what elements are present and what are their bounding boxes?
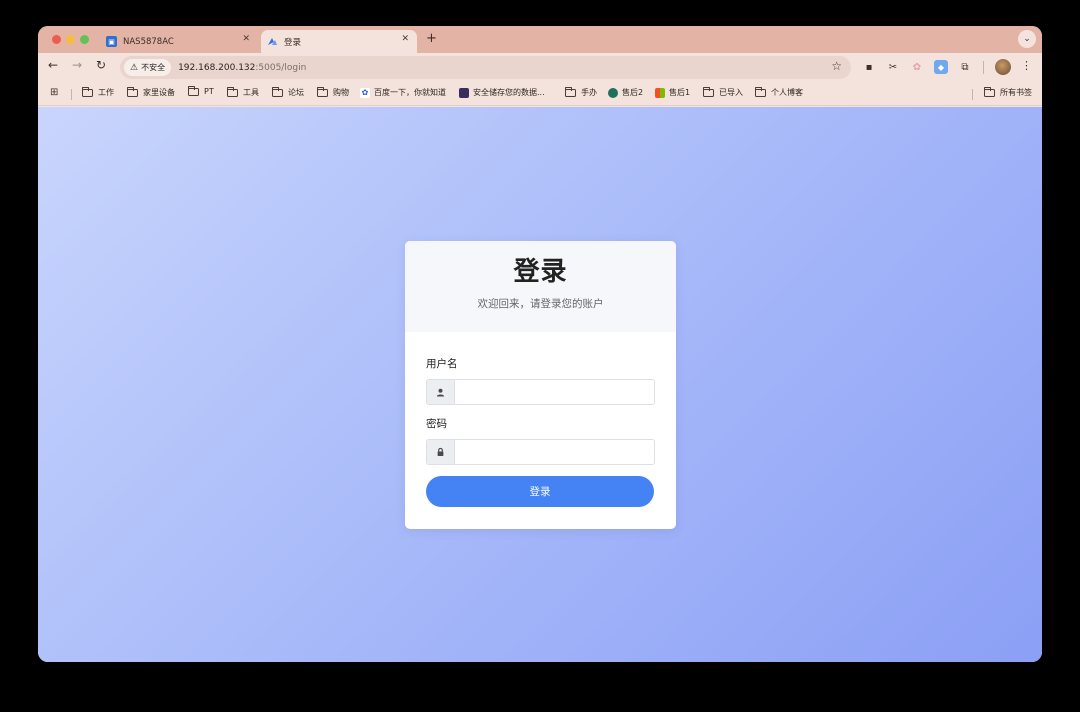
page-content: 登录 欢迎回来，请登录您的账户 用户名 密码 登录 xyxy=(38,107,1042,662)
tab-login[interactable]: 登录 ✕ xyxy=(261,30,417,53)
bookmark-folder[interactable]: 个人博客 xyxy=(755,86,803,98)
bookmark-label: 手办 xyxy=(581,88,597,97)
bookmark-folder[interactable]: 已导入 xyxy=(703,86,743,98)
bookmark-label: 安全储存您的数据... xyxy=(473,88,545,97)
bookmark-folder[interactable]: 购物 xyxy=(317,86,349,98)
close-window-button[interactable] xyxy=(52,35,61,44)
lock-icon xyxy=(427,440,455,464)
login-button[interactable]: 登录 xyxy=(426,476,654,507)
tab-nas[interactable]: ▣ NAS5878AC ✕ xyxy=(98,30,258,53)
back-button[interactable]: ← xyxy=(44,58,62,72)
browser-window: ▣ NAS5878AC ✕ 登录 ✕ + ⌄ ← → ↻ ⚠ 不安全 192.1… xyxy=(38,26,1042,662)
bookmark-label: 已导入 xyxy=(719,88,743,97)
bookmark-site[interactable]: 售后2 xyxy=(608,87,643,98)
username-input[interactable] xyxy=(455,380,654,404)
folder-icon xyxy=(188,85,199,96)
bookmark-label: 售后2 xyxy=(622,88,644,97)
bookmark-label: 家里设备 xyxy=(143,88,175,97)
divider xyxy=(972,89,973,100)
folder-icon xyxy=(82,86,93,97)
avatar[interactable] xyxy=(995,59,1011,75)
bookmark-label: PT xyxy=(204,87,214,96)
forward-button[interactable]: → xyxy=(68,58,86,72)
security-chip[interactable]: ⚠ 不安全 xyxy=(124,59,172,76)
password-group xyxy=(426,439,655,465)
extension-icon[interactable]: ✂ xyxy=(886,60,900,74)
bookmark-label: 所有书签 xyxy=(1000,88,1032,97)
folder-icon xyxy=(984,86,995,97)
baidu-icon: ✿ xyxy=(360,87,370,98)
login-card-header: 登录 欢迎回来，请登录您的账户 xyxy=(405,241,676,332)
folder-icon xyxy=(565,86,576,97)
password-input[interactable] xyxy=(455,440,654,464)
warning-icon: ⚠ xyxy=(130,62,139,73)
puzzle-icon[interactable]: ⧉ xyxy=(958,60,972,74)
url-text[interactable]: 192.168.200.132:5005/login xyxy=(178,63,306,73)
extension-icon[interactable]: ▪ xyxy=(862,60,876,74)
bookmark-folder[interactable]: 论坛 xyxy=(272,86,304,98)
reload-button[interactable]: ↻ xyxy=(92,58,110,72)
menu-kebab-icon[interactable]: ⋮ xyxy=(1021,59,1032,72)
folder-icon xyxy=(703,86,714,97)
tab-title: 登录 xyxy=(284,37,302,48)
apps-grid-icon[interactable]: ⊞ xyxy=(50,87,62,98)
login-form: 用户名 密码 登录 xyxy=(405,332,676,507)
bookmark-star-icon[interactable]: ☆ xyxy=(831,59,842,73)
bookmark-folder[interactable]: PT xyxy=(188,85,214,96)
bookmark-folder[interactable]: 家里设备 xyxy=(127,86,175,98)
service-icon xyxy=(608,87,618,98)
page-subtitle: 欢迎回来，请登录您的账户 xyxy=(477,298,604,310)
divider xyxy=(983,61,984,74)
address-bar[interactable]: ⚠ 不安全 192.168.200.132:5005/login ☆ xyxy=(120,56,851,79)
close-icon[interactable]: ✕ xyxy=(242,34,250,44)
toolbar: ← → ↻ ⚠ 不安全 192.168.200.132:5005/login ☆… xyxy=(38,53,1042,82)
bookmark-site[interactable]: 售后1 xyxy=(655,87,690,98)
tab-title: NAS5878AC xyxy=(123,36,174,47)
url-path: :5005/login xyxy=(255,62,307,73)
username-label: 用户名 xyxy=(426,358,458,370)
folder-icon xyxy=(317,86,328,97)
folder-icon xyxy=(272,86,283,97)
bookmark-site[interactable]: 安全储存您的数据... xyxy=(459,87,545,98)
password-label: 密码 xyxy=(426,418,447,430)
folder-icon xyxy=(227,86,238,97)
user-icon xyxy=(427,380,455,404)
bookmark-label: 售后1 xyxy=(669,88,691,97)
new-tab-button[interactable]: + xyxy=(426,31,437,46)
login-icon xyxy=(267,36,278,47)
extension-icon[interactable]: ◆ xyxy=(934,60,948,74)
close-icon[interactable]: ✕ xyxy=(401,34,409,44)
bookmark-label: 购物 xyxy=(333,88,349,97)
username-group xyxy=(426,379,655,405)
bookmark-folder[interactable]: 工作 xyxy=(82,86,114,98)
login-card: 登录 欢迎回来，请登录您的账户 用户名 密码 登录 xyxy=(405,241,676,529)
bookmarks-bar: ⊞ 工作 家里设备 PT 工具 论坛 购物 ✿ 百度一下，你就知道 安全储存您的数… xyxy=(38,82,1042,106)
storage-icon xyxy=(459,87,469,98)
tab-search-button[interactable]: ⌄ xyxy=(1018,30,1036,48)
extension-icon[interactable]: ✿ xyxy=(910,60,924,74)
bookmark-label: 工作 xyxy=(98,88,114,97)
divider xyxy=(71,89,72,100)
microsoft-icon xyxy=(655,87,665,98)
folder-icon xyxy=(127,86,138,97)
security-label: 不安全 xyxy=(141,63,166,72)
folder-icon xyxy=(755,86,766,97)
bookmark-label: 百度一下，你就知道 xyxy=(374,88,446,97)
bookmark-site[interactable]: ✿ 百度一下，你就知道 xyxy=(360,87,446,98)
nas-icon: ▣ xyxy=(106,36,117,47)
all-bookmarks-folder[interactable]: 所有书签 xyxy=(984,86,1032,98)
zoom-window-button[interactable] xyxy=(80,35,89,44)
page-title: 登录 xyxy=(513,257,568,287)
bookmark-folder[interactable]: 工具 xyxy=(227,86,259,98)
tab-strip: ▣ NAS5878AC ✕ 登录 ✕ + ⌄ xyxy=(38,26,1042,53)
bookmark-label: 个人博客 xyxy=(771,88,803,97)
bookmark-folder[interactable]: 手办 xyxy=(565,86,597,98)
minimize-window-button[interactable] xyxy=(66,35,75,44)
bookmark-label: 工具 xyxy=(243,88,259,97)
url-host: 192.168.200.132 xyxy=(178,62,256,73)
bookmark-label: 论坛 xyxy=(288,88,304,97)
